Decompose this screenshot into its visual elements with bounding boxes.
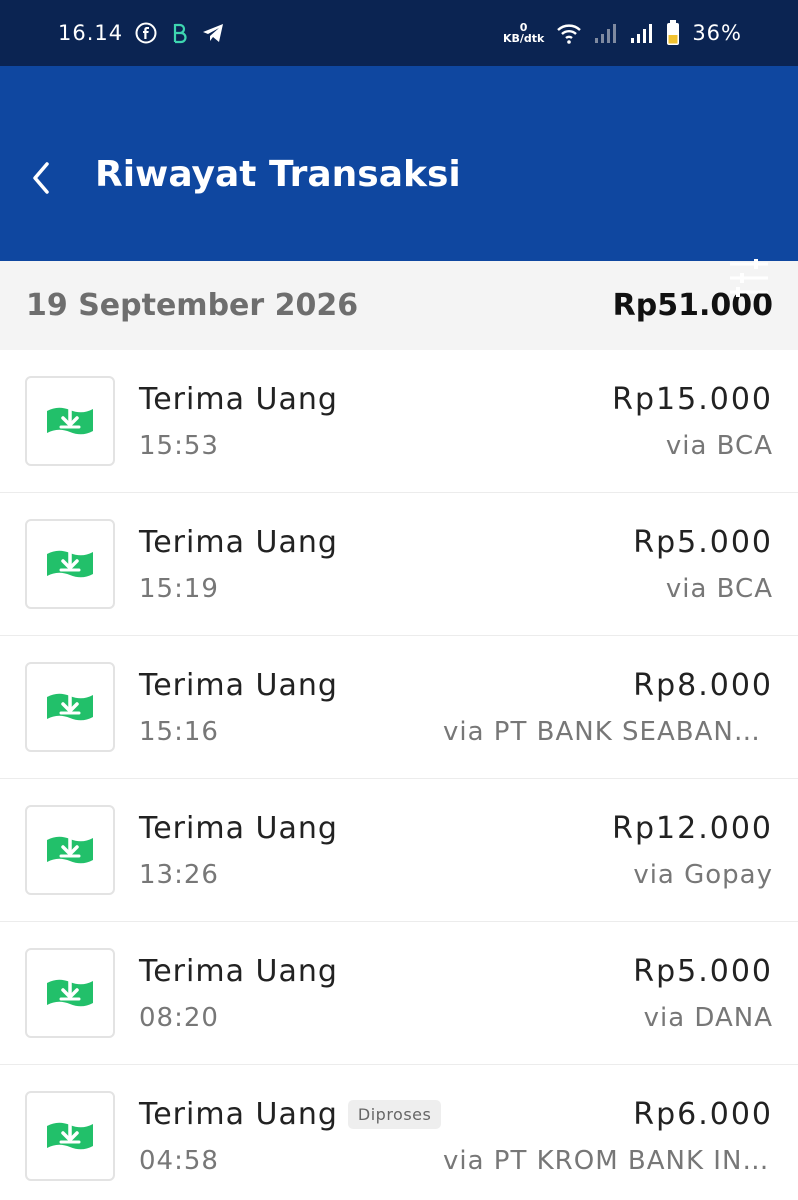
transaction-title: Terima Uang [139,524,338,560]
receive-money-icon [47,975,93,1007]
transaction-source: via PT BANK SEABANK I... [443,716,773,747]
transaction-source: via BCA [665,430,773,461]
date-group-header: 19 September 2026 Rp51.000 [0,261,798,350]
transaction-time: 15:19 [139,573,219,604]
chevron-left-icon [33,162,49,194]
transaction-amount: Rp12.000 [612,810,773,846]
signal-icon-1 [594,22,618,44]
wifi-icon [556,22,582,44]
transaction-amount-block: Rp6.000 via PT KROM BANK IND... [443,1065,773,1200]
transaction-row[interactable]: Terima Uang Diproses 04:58 Rp6.000 via P… [0,1065,798,1200]
transaction-source: via PT KROM BANK IND... [443,1145,773,1176]
clock: 16.14 [58,21,124,45]
transaction-details: Terima Uang 13:26 [139,779,612,921]
receive-money-icon [47,546,93,578]
transaction-icon-box [25,519,115,609]
transaction-title-line: Terima Uang [139,525,633,560]
transaction-row[interactable]: Terima Uang 13:26 Rp12.000 via Gopay [0,779,798,922]
transaction-amount: Rp5.000 [633,953,773,989]
transaction-details: Terima Uang Diproses 04:58 [139,1065,443,1200]
transaction-title-line: Terima Uang [139,954,633,989]
status-bar: 16.14 0 KB/dtk 36% [0,0,798,66]
transaction-icon-box [25,805,115,895]
signal-icon-2 [630,22,654,44]
transaction-title: Terima Uang [139,953,338,989]
transaction-row[interactable]: Terima Uang 08:20 Rp5.000 via DANA [0,922,798,1065]
app-bar: Riwayat Transaksi [0,66,798,297]
transaction-title: Terima Uang [139,667,338,703]
back-button[interactable] [26,158,56,198]
transaction-row[interactable]: Terima Uang 15:19 Rp5.000 via BCA [0,493,798,636]
app-b-icon [169,21,189,45]
battery-percent: 36% [692,21,742,45]
facebook-icon [135,22,157,44]
transaction-title-line: Terima Uang [139,668,443,703]
transaction-list: Terima Uang 15:53 Rp15.000 via BCA Terim… [0,350,798,1200]
transaction-title-line: Terima Uang [139,382,612,417]
transaction-icon-box [25,376,115,466]
transaction-amount-block: Rp15.000 via BCA [612,350,773,492]
status-bar-left: 16.14 [58,21,225,45]
transaction-row[interactable]: Terima Uang 15:16 Rp8.000 via PT BANK SE… [0,636,798,779]
transaction-source: via BCA [665,573,773,604]
transaction-time: 15:53 [139,430,219,461]
transaction-amount: Rp5.000 [633,524,773,560]
transaction-title-line: Terima Uang Diproses [139,1097,443,1132]
transaction-time: 08:20 [139,1002,219,1033]
receive-money-icon [47,689,93,721]
transaction-details: Terima Uang 15:19 [139,493,633,635]
transaction-details: Terima Uang 15:53 [139,350,612,492]
transaction-icon-box [25,662,115,752]
sliders-icon [730,259,768,297]
receive-money-icon [47,403,93,435]
status-badge: Diproses [347,1099,442,1129]
transaction-title: Terima Uang [139,381,338,417]
group-date: 19 September 2026 [26,288,359,323]
transaction-source: via DANA [643,1002,773,1033]
receive-money-icon [47,1118,93,1150]
filter-button[interactable] [728,256,770,300]
telegram-icon [201,22,225,44]
transaction-time: 15:16 [139,716,219,747]
receive-money-icon [47,832,93,864]
transaction-details: Terima Uang 08:20 [139,922,633,1064]
transaction-time: 04:58 [139,1145,219,1176]
transaction-amount-block: Rp12.000 via Gopay [612,779,773,921]
battery-icon [666,20,680,46]
transaction-amount-block: Rp8.000 via PT BANK SEABANK I... [443,636,773,778]
status-bar-right: 0 KB/dtk 36% [503,20,742,46]
transaction-icon-box [25,1091,115,1181]
transaction-title-line: Terima Uang [139,811,612,846]
transaction-time: 13:26 [139,859,219,890]
transaction-amount: Rp15.000 [612,381,773,417]
page-title: Riwayat Transaksi [95,154,461,195]
network-speed: 0 KB/dtk [503,22,544,44]
transaction-amount-block: Rp5.000 via BCA [633,493,773,635]
transaction-amount: Rp6.000 [633,1096,773,1132]
transaction-amount: Rp8.000 [633,667,773,703]
transaction-title: Terima Uang [139,1096,338,1132]
transaction-source: via Gopay [633,859,773,890]
transaction-amount-block: Rp5.000 via DANA [633,922,773,1064]
network-speed-unit: KB/dtk [502,32,545,45]
transaction-icon-box [25,948,115,1038]
transaction-title: Terima Uang [139,810,338,846]
transaction-details: Terima Uang 15:16 [139,636,443,778]
transaction-row[interactable]: Terima Uang 15:53 Rp15.000 via BCA [0,350,798,493]
